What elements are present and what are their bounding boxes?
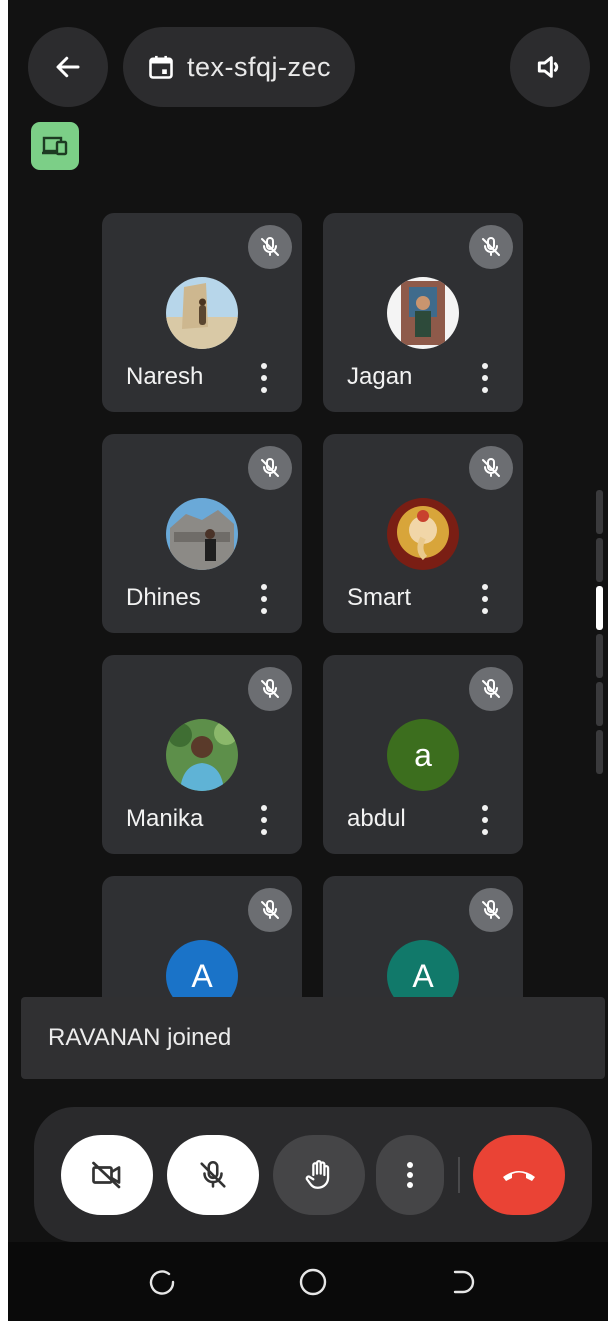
muted-mic-icon	[248, 225, 292, 269]
back-icon	[453, 1270, 475, 1294]
muted-mic-icon	[248, 667, 292, 711]
more-vert-icon[interactable]	[475, 805, 495, 835]
meeting-info-button[interactable]: tex-sfqj-zec	[123, 27, 355, 107]
video-off-icon	[92, 1161, 121, 1189]
calendar-icon	[149, 55, 173, 79]
audio-output-button[interactable]	[510, 27, 590, 107]
participant-tile[interactable]: A	[102, 876, 302, 997]
recents-button[interactable]	[145, 1264, 181, 1300]
more-vert-icon[interactable]	[475, 584, 495, 614]
mic-off-icon	[200, 1160, 226, 1188]
participant-name: Jagan	[347, 363, 413, 390]
more-vert-icon[interactable]	[475, 363, 495, 393]
scroll-segment	[596, 730, 603, 774]
notification-text: RAVANAN joined	[48, 1024, 232, 1051]
scroll-segment	[596, 538, 603, 582]
participant-name: Smart	[347, 584, 412, 611]
avatar	[166, 719, 238, 791]
recents-icon	[149, 1270, 175, 1295]
raise-hand-button[interactable]	[273, 1135, 365, 1215]
divider	[458, 1157, 460, 1193]
muted-mic-icon	[469, 667, 513, 711]
avatar	[387, 498, 459, 570]
participant-name: Naresh	[126, 363, 204, 390]
avatar: A	[387, 940, 459, 997]
participant-tile[interactable]: a abdul	[323, 655, 523, 854]
scroll-segment	[596, 682, 603, 726]
system-navigation-bar	[8, 1242, 608, 1321]
participant-name: Manika	[126, 805, 204, 832]
participant-name: abdul	[347, 805, 406, 832]
back-nav-button[interactable]	[445, 1264, 481, 1300]
home-button[interactable]	[295, 1264, 331, 1300]
more-vert-icon[interactable]	[254, 584, 274, 614]
participant-tile[interactable]: A	[323, 876, 523, 997]
arrow-left-icon	[56, 56, 80, 78]
meeting-code: tex-sfqj-zec	[186, 51, 332, 82]
participant-name: Dhines	[126, 584, 201, 611]
participant-tile[interactable]: Dhines	[102, 434, 302, 633]
mic-toggle-button[interactable]	[167, 1135, 259, 1215]
avatar: a	[387, 719, 459, 791]
call-controls	[34, 1107, 592, 1242]
meet-screen: Naresh Jagan Dhines Smart Manika a abdul…	[8, 0, 608, 1321]
muted-mic-icon	[469, 446, 513, 490]
camera-toggle-button[interactable]	[61, 1135, 153, 1215]
hand-icon	[305, 1160, 330, 1189]
participant-tile[interactable]: Smart	[323, 434, 523, 633]
muted-mic-icon	[248, 446, 292, 490]
more-vert-icon[interactable]	[254, 363, 274, 393]
muted-mic-icon	[469, 888, 513, 932]
more-vert-icon[interactable]	[254, 805, 274, 835]
devices-icon	[42, 136, 68, 156]
avatar	[166, 498, 238, 570]
more-options-button[interactable]	[376, 1135, 444, 1215]
more-vert-icon	[407, 1162, 413, 1188]
speaker-icon	[537, 56, 559, 78]
participant-grid: Naresh Jagan Dhines Smart Manika a abdul…	[8, 0, 608, 997]
avatar	[166, 277, 238, 349]
scroll-segment	[596, 490, 603, 534]
end-call-button[interactable]	[473, 1135, 565, 1215]
join-notification: RAVANAN joined	[21, 997, 605, 1079]
end-call-icon	[503, 1171, 535, 1181]
participant-tile[interactable]: Manika	[102, 655, 302, 854]
muted-mic-icon	[469, 225, 513, 269]
companion-device-badge[interactable]	[31, 122, 79, 170]
participant-tile[interactable]: Jagan	[323, 213, 523, 412]
participant-tile[interactable]: Naresh	[102, 213, 302, 412]
avatar: A	[166, 940, 238, 997]
back-button[interactable]	[28, 27, 108, 107]
home-icon	[299, 1268, 327, 1296]
scroll-segment	[596, 634, 603, 678]
muted-mic-icon	[248, 888, 292, 932]
scroll-segment-active	[596, 586, 603, 630]
avatar	[387, 277, 459, 349]
